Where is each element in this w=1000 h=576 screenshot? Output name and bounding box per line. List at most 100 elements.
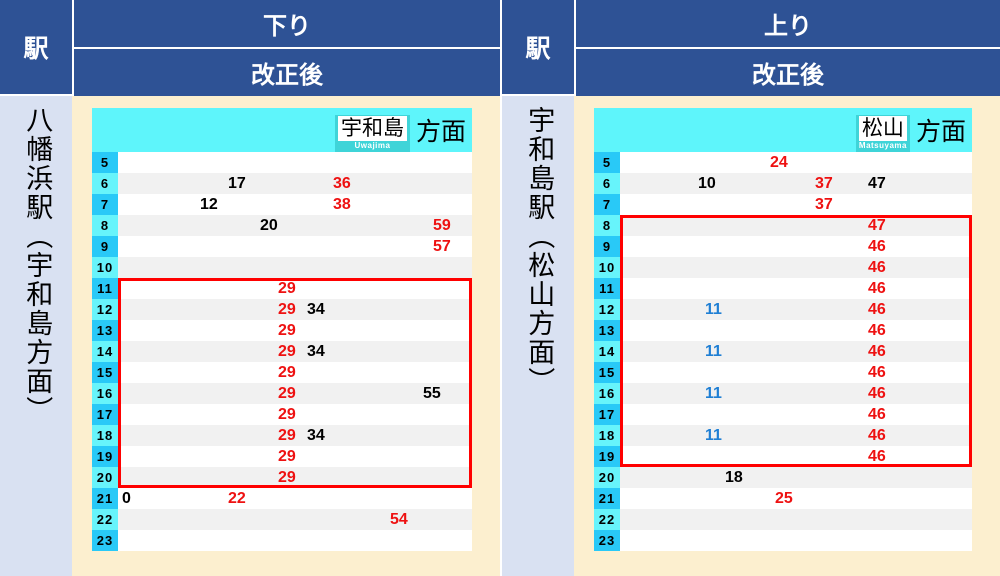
departure-minute: 37 [815, 195, 833, 213]
timetable-wrapper: 松山 Matsuyama 方面 5 24 6 10 37 47 7 37 8 47 9 46 10 46 11 46… [574, 96, 1000, 576]
departure-minute: 47 [868, 174, 886, 192]
hour-cell: 16 [594, 383, 620, 404]
minutes-cell: 18 [620, 467, 972, 488]
departure-minute: 18 [725, 468, 743, 486]
timetable-rows: 5 6 17 36 7 12 38 8 20 59 9 57 10 11 29 12 29 34 13 29 14 29 3… [92, 152, 472, 551]
departure-minute: 46 [868, 279, 886, 297]
header-right-group: 上り 改正後 [574, 0, 1000, 96]
table-row: 23 [92, 530, 472, 551]
minutes-cell [118, 152, 472, 173]
departure-minute: 29 [278, 468, 296, 486]
table-row: 15 29 [92, 362, 472, 383]
table-row: 23 [594, 530, 972, 551]
table-row: 22 54 [92, 509, 472, 530]
departure-minute: 34 [307, 300, 325, 318]
departure-minute: 46 [868, 426, 886, 444]
table-row: 19 29 [92, 446, 472, 467]
table-row: 5 [92, 152, 472, 173]
table-row: 21 25 [594, 488, 972, 509]
departure-minute: 47 [868, 216, 886, 234]
hour-cell: 9 [594, 236, 620, 257]
header-station-label: 駅 [0, 0, 72, 96]
departure-minute: 17 [228, 174, 246, 192]
departure-minute: 29 [278, 447, 296, 465]
minutes-cell: 29 [118, 278, 472, 299]
panel-body: 宇和島駅（松山方面） 松山 Matsuyama 方面 5 24 6 10 37 47 7 37 8 47 9… [502, 96, 1000, 576]
hour-cell: 8 [594, 215, 620, 236]
minutes-cell: 29 [118, 362, 472, 383]
departure-minute: 11 [705, 426, 722, 444]
table-row: 14 29 34 [92, 341, 472, 362]
departure-minute: 0 [122, 489, 131, 507]
table-row: 13 46 [594, 320, 972, 341]
departure-minute: 55 [423, 384, 441, 402]
hour-cell: 14 [594, 341, 620, 362]
hour-cell: 14 [92, 341, 118, 362]
hour-cell: 18 [594, 425, 620, 446]
hour-cell: 7 [594, 194, 620, 215]
departure-minute: 46 [868, 300, 886, 318]
header-revision-label: 改正後 [576, 48, 1000, 96]
departure-minute: 46 [868, 363, 886, 381]
table-row: 17 46 [594, 404, 972, 425]
hour-cell: 12 [594, 299, 620, 320]
departure-minute: 34 [307, 342, 325, 360]
table-row: 10 46 [594, 257, 972, 278]
hour-cell: 13 [92, 320, 118, 341]
table-row: 12 11 46 [594, 299, 972, 320]
departure-minute: 12 [200, 195, 218, 213]
header-direction-label: 上り [576, 0, 1000, 49]
minutes-cell: 29 55 [118, 383, 472, 404]
hour-cell: 7 [92, 194, 118, 215]
hour-cell: 20 [594, 467, 620, 488]
destination-banner: 松山 Matsuyama 方面 [594, 108, 972, 152]
header-revision-label: 改正後 [74, 48, 500, 96]
hour-cell: 16 [92, 383, 118, 404]
hour-cell: 6 [594, 173, 620, 194]
departure-minute: 10 [698, 174, 716, 192]
table-row: 9 46 [594, 236, 972, 257]
departure-minute: 11 [705, 300, 722, 318]
departure-minute: 46 [868, 342, 886, 360]
minutes-cell: 47 [620, 215, 972, 236]
table-row: 13 29 [92, 320, 472, 341]
departure-minute: 25 [775, 489, 793, 507]
minutes-cell: 11 46 [620, 425, 972, 446]
hour-cell: 13 [594, 320, 620, 341]
destination-name-ja: 宇和島 [337, 115, 407, 141]
table-row: 20 29 [92, 467, 472, 488]
destination-name-ja: 松山 [858, 115, 907, 141]
destination-banner: 宇和島 Uwajima 方面 [92, 108, 472, 152]
minutes-cell: 29 [118, 320, 472, 341]
departure-minute: 57 [433, 237, 451, 255]
departure-minute: 29 [278, 321, 296, 339]
departure-minute: 54 [390, 510, 408, 528]
destination-chip: 宇和島 Uwajima [334, 114, 410, 152]
departure-minute: 29 [278, 300, 296, 318]
header-right-group: 下り 改正後 [72, 0, 500, 96]
minutes-cell: 11 46 [620, 341, 972, 362]
hour-cell: 20 [92, 467, 118, 488]
minutes-cell: 37 [620, 194, 972, 215]
hour-cell: 17 [92, 404, 118, 425]
departure-minute: 29 [278, 363, 296, 381]
departure-minute: 20 [260, 216, 278, 234]
hour-cell: 21 [594, 488, 620, 509]
table-row: 7 37 [594, 194, 972, 215]
panel-header: 駅下り 改正後 [0, 0, 500, 96]
table-row: 11 46 [594, 278, 972, 299]
table-row: 18 11 46 [594, 425, 972, 446]
hour-cell: 23 [594, 530, 620, 551]
departure-minute: 22 [228, 489, 246, 507]
departure-minute: 36 [333, 174, 351, 192]
minutes-cell: 46 [620, 278, 972, 299]
panel-body: 八幡浜駅（宇和島方面） 宇和島 Uwajima 方面 5 6 17 36 7 12 38 8 20 59 9… [0, 96, 500, 576]
timetable-board: 駅下り 改正後 八幡浜駅（宇和島方面） 宇和島 Uwajima 方面 5 6 17 36 7 12 38… [0, 0, 1000, 576]
hour-cell: 5 [92, 152, 118, 173]
header-station-label: 駅 [502, 0, 574, 96]
minutes-cell: 57 [118, 236, 472, 257]
table-row: 16 29 55 [92, 383, 472, 404]
hour-cell: 11 [92, 278, 118, 299]
hour-cell: 10 [92, 257, 118, 278]
departure-minute: 29 [278, 426, 296, 444]
